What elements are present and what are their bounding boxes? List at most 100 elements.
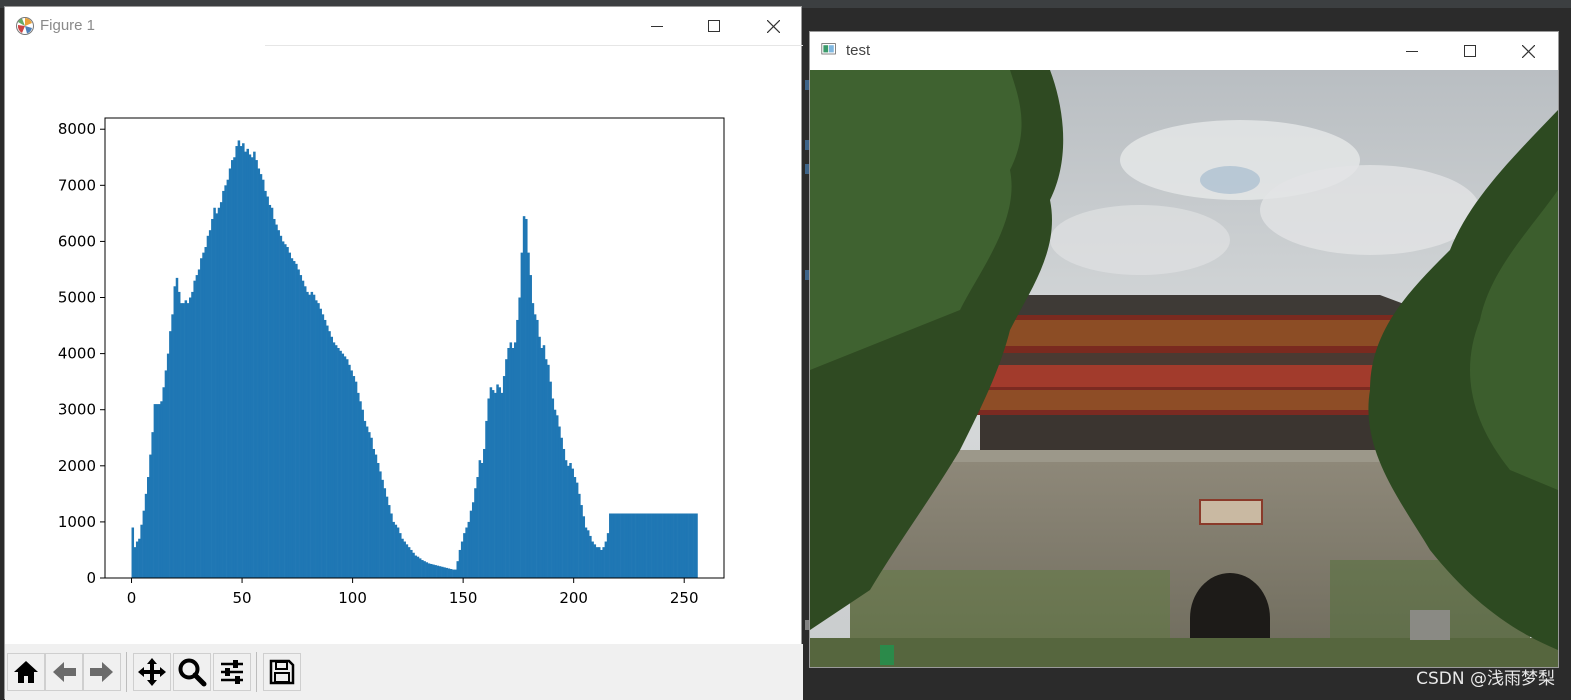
histogram-bar xyxy=(288,252,291,578)
histogram-bar xyxy=(286,247,289,578)
histogram-bar xyxy=(345,359,349,578)
histogram-bar xyxy=(284,244,287,578)
histogram-bar xyxy=(686,513,689,578)
histogram-bar xyxy=(423,561,426,578)
histogram-bar xyxy=(690,513,694,578)
zoom-button[interactable] xyxy=(173,653,211,691)
histogram-bar xyxy=(299,275,303,578)
home-button[interactable] xyxy=(7,653,45,691)
histogram-bar xyxy=(189,297,192,578)
maximize-icon xyxy=(708,20,720,32)
histogram-bar xyxy=(677,513,681,578)
forward-icon xyxy=(90,662,113,682)
histogram-bar xyxy=(153,404,157,578)
histogram-bar xyxy=(527,252,530,578)
histogram-bar xyxy=(445,567,448,578)
histogram-bar xyxy=(186,303,190,578)
histogram-bar xyxy=(149,454,152,578)
histogram-bar xyxy=(144,493,148,578)
histogram-bar xyxy=(180,303,183,578)
minimize-button[interactable] xyxy=(1384,32,1440,70)
histogram-bar xyxy=(476,477,479,578)
histogram-bar xyxy=(308,294,311,578)
configure-subplots-button[interactable] xyxy=(213,653,251,691)
histogram-bar xyxy=(558,426,561,578)
histogram-bar xyxy=(363,420,367,578)
histogram-bar xyxy=(368,432,371,578)
x-tick-label: 250 xyxy=(670,589,699,607)
histogram-bar xyxy=(242,143,245,578)
histogram-bar xyxy=(525,218,528,578)
histogram-bar xyxy=(173,286,177,578)
histogram-bar xyxy=(162,387,165,578)
histogram-bar xyxy=(518,297,521,578)
x-axis: 0 50 100 150 200 250 xyxy=(127,578,699,607)
histogram-bar xyxy=(142,510,146,578)
histogram-bar xyxy=(467,521,471,578)
histogram-bar xyxy=(578,493,581,578)
y-axis: 0 1000 2000 3000 4000 5000 6000 7000 8000 xyxy=(58,120,105,587)
x-tick-label: 100 xyxy=(338,589,367,607)
x-tick-label: 200 xyxy=(559,589,588,607)
histogram-bar xyxy=(310,291,314,578)
save-icon xyxy=(269,659,295,685)
histogram-bar xyxy=(513,342,517,578)
histogram-bar xyxy=(399,533,402,578)
histogram-bar xyxy=(140,524,143,578)
minimize-icon xyxy=(1406,51,1418,52)
histogram-bar xyxy=(184,300,188,578)
histogram-bar xyxy=(135,541,139,578)
histogram-bar xyxy=(412,552,415,578)
histogram-bar xyxy=(268,204,272,578)
histogram-bar xyxy=(668,513,672,578)
histogram-bar xyxy=(657,513,661,578)
histogram-bar xyxy=(175,277,179,578)
histogram-bar xyxy=(414,555,418,578)
histogram-bar xyxy=(673,513,676,578)
histogram-bar xyxy=(651,513,654,578)
histogram-bar xyxy=(542,345,546,578)
forward-button[interactable] xyxy=(83,653,121,691)
histogram-bar xyxy=(549,381,552,578)
histogram-bar xyxy=(507,348,510,578)
close-button[interactable] xyxy=(1500,32,1556,70)
maximize-button[interactable] xyxy=(686,7,742,45)
histogram-bar xyxy=(695,513,698,578)
photo-of-ancient-city-gate-tower xyxy=(810,70,1558,667)
close-button[interactable] xyxy=(745,7,801,45)
histogram-bar xyxy=(628,513,632,578)
histogram-bar xyxy=(394,524,398,578)
histogram-bar xyxy=(586,530,590,578)
configure-subplots-icon xyxy=(221,660,243,684)
histogram-bar xyxy=(589,535,592,578)
histogram-bar xyxy=(536,319,539,578)
back-button[interactable] xyxy=(45,653,83,691)
histogram-bar xyxy=(573,477,577,578)
figure-titlebar[interactable]: Figure 1 xyxy=(5,7,801,45)
histogram-bar xyxy=(257,168,261,579)
histogram-bar xyxy=(330,336,334,578)
y-tick-label: 5000 xyxy=(58,289,96,307)
histogram-bar xyxy=(233,157,236,578)
histogram-bars xyxy=(131,140,698,579)
maximize-button[interactable] xyxy=(1442,32,1498,70)
histogram-bar xyxy=(520,252,524,578)
histogram-bar xyxy=(376,463,380,578)
histogram-bar xyxy=(239,146,243,579)
histogram-bar xyxy=(609,513,612,578)
histogram-bar xyxy=(222,190,225,579)
histogram-bar xyxy=(266,196,269,578)
test-titlebar[interactable]: test xyxy=(810,32,1558,70)
histogram-chart[interactable]: 0 50 100 150 200 250 0 1000 2000 3000 4000 5000 600… xyxy=(5,47,801,643)
histogram-bar xyxy=(427,563,431,578)
histogram-bar xyxy=(193,280,196,578)
histogram-bar xyxy=(571,468,574,578)
histogram-bar xyxy=(487,398,490,578)
y-tick-label: 0 xyxy=(86,569,96,587)
pan-button[interactable] xyxy=(133,653,171,691)
histogram-bar xyxy=(348,364,351,578)
minimize-button[interactable] xyxy=(629,7,685,45)
histogram-bar xyxy=(261,179,265,578)
save-button[interactable] xyxy=(263,653,301,691)
histogram-bar xyxy=(301,280,305,578)
